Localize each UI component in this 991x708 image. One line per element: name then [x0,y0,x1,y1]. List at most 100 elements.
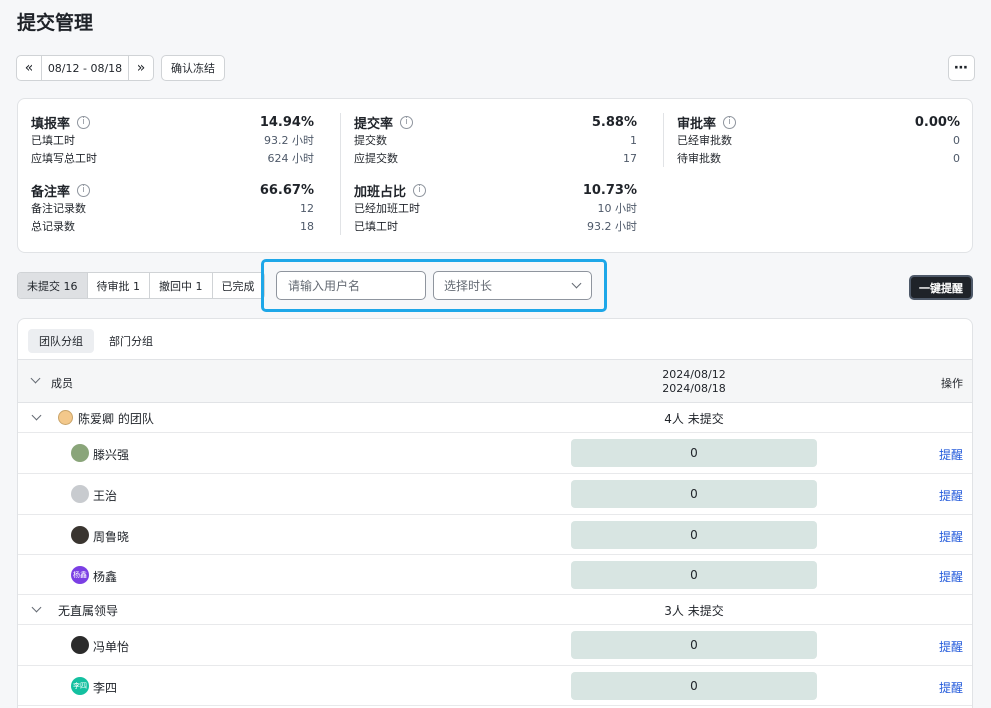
stat-row-value: 10 小时 [597,202,638,215]
info-icon[interactable]: i [77,115,91,129]
stat-row-label: 备注记录数 [31,202,86,215]
hours-cell[interactable]: 0 [571,439,817,467]
stat-row-label: 总记录数 [31,220,75,233]
stat-row-value: 0 [953,133,960,147]
stat-row-value: 17 [623,151,637,165]
avatar [71,444,89,462]
group-name: 无直属领导 [58,604,119,618]
date-range-label[interactable]: 08/12 - 08/18 [42,56,128,80]
info-icon[interactable]: i [400,115,414,129]
hours-cell[interactable]: 0 [571,521,817,549]
submit-rate-stat: 提交率 i 5.88% 提交数 1 应提交数 17 [354,113,637,167]
overtime-ratio-label: 加班占比 [354,184,407,200]
member-column-header: 成员 [51,377,73,390]
member-name: 周鲁晓 [93,530,130,544]
stat-row-label: 应填写总工时 [31,152,97,165]
remind-link[interactable]: 提醒 [939,487,963,504]
action-column-header: 操作 [941,377,963,390]
date-column-header-start: 2024/08/12 [662,368,726,381]
note-rate-value: 66.67% [259,182,314,198]
more-options-icon[interactable]: ⋯ [948,55,975,81]
overtime-ratio-stat: 加班占比 i 10.73% 已经加班工时 10 小时 已填工时 93.2 小时 [354,181,637,235]
date-range-picker: « 08/12 - 08/18 » [16,55,154,81]
next-week-icon[interactable]: » [128,56,153,80]
collapse-all-icon[interactable] [30,373,41,384]
avatar [71,526,89,544]
chevron-down-icon [571,278,582,289]
member-name: 冯单怡 [93,640,130,654]
stat-row-value: 624 小时 [267,152,315,165]
member-name: 滕兴强 [93,448,130,462]
table-row: 李四 李四 0 提醒 [18,666,972,706]
tab-team-group[interactable]: 团队分组 [28,329,94,353]
group-row[interactable]: 无直属领导 3人 未提交 [18,595,972,625]
submit-rate-label: 提交率 [354,116,394,132]
stat-row-label: 提交数 [354,134,387,147]
team-avatar [58,410,73,425]
hours-cell[interactable]: 0 [571,672,817,700]
group-summary: 4人 未提交 [664,412,724,426]
remind-link[interactable]: 提醒 [939,528,963,545]
chevron-down-icon[interactable] [31,410,42,421]
submit-rate-value: 5.88% [591,114,637,130]
stat-row-label: 已填工时 [354,220,398,233]
tab-pending-approval[interactable]: 待审批 1 [88,273,150,298]
avatar [71,485,89,503]
avatar [71,636,89,654]
approve-rate-stat: 审批率 i 0.00% 已经审批数 0 待审批数 0 [677,113,960,167]
confirm-freeze-button[interactable]: 确认冻结 [161,55,225,81]
table-row: 冯单怡 0 提醒 [18,625,972,666]
table-row: 王治 0 提醒 [18,474,972,515]
hours-cell[interactable]: 0 [571,631,817,659]
submission-table-card: 团队分组 部门分组 成员 2024/08/12 2024/08/18 操作 陈爱… [17,318,973,708]
fill-rate-value: 14.94% [259,114,314,130]
stat-row-label: 已经审批数 [677,134,732,147]
stat-row-value: 0 [953,151,960,165]
stat-row-value: 18 [300,219,314,233]
info-icon[interactable]: i [413,183,427,197]
duration-select[interactable]: 选择时长 [433,271,592,300]
fill-rate-label: 填报率 [31,116,71,132]
tab-withdrawing[interactable]: 撤回中 1 [150,273,213,298]
avatar: 杨鑫 [71,566,89,584]
stat-row-value: 93.2 小时 [587,220,637,233]
stat-row-value: 1 [630,133,637,147]
stat-row-label: 待审批数 [677,152,721,165]
divider [340,113,341,235]
member-name: 李四 [93,681,118,695]
hours-cell[interactable]: 0 [571,480,817,508]
tab-completed[interactable]: 已完成 [213,273,264,298]
chevron-down-icon[interactable] [31,602,42,613]
prev-week-icon[interactable]: « [17,56,42,80]
note-rate-label: 备注率 [31,184,71,200]
hours-cell[interactable]: 0 [571,561,817,589]
stats-card: 填报率 i 14.94% 已填工时 93.2 小时 应填写总工时 624 小时 备注率… [17,98,973,253]
table-row: 周鲁晓 0 提醒 [18,515,972,555]
remind-link[interactable]: 提醒 [939,638,963,655]
info-icon[interactable]: i [77,183,91,197]
stat-row-value: 12 [300,201,314,215]
date-column-header-end: 2024/08/18 [662,382,726,395]
tab-department-group[interactable]: 部门分组 [98,329,164,353]
table-header: 成员 2024/08/12 2024/08/18 操作 [18,359,972,403]
remind-link[interactable]: 提醒 [939,679,963,696]
note-rate-stat: 备注率 i 66.67% 备注记录数 12 总记录数 18 [31,181,314,235]
remind-all-button[interactable]: 一键提醒 [909,275,973,300]
avatar: 李四 [71,677,89,695]
stat-row-label: 已填工时 [31,134,75,147]
remind-link[interactable]: 提醒 [939,446,963,463]
tab-not-submitted[interactable]: 未提交 16 [18,273,88,298]
approve-rate-value: 0.00% [914,114,960,130]
member-name: 杨鑫 [93,570,118,584]
remind-link[interactable]: 提醒 [939,568,963,585]
info-icon[interactable]: i [723,115,737,129]
table-row: 滕兴强 0 提醒 [18,433,972,474]
stat-row-label: 应提交数 [354,152,398,165]
page-title: 提交管理 [17,12,94,34]
group-name: 陈爱卿 的团队 [78,412,154,426]
username-search-input[interactable]: 请输入用户名 [276,271,426,300]
group-row[interactable]: 陈爱卿 的团队 4人 未提交 [18,403,972,433]
member-name: 王治 [93,489,118,503]
group-summary: 3人 未提交 [664,604,724,618]
duration-select-label: 选择时长 [444,279,493,293]
